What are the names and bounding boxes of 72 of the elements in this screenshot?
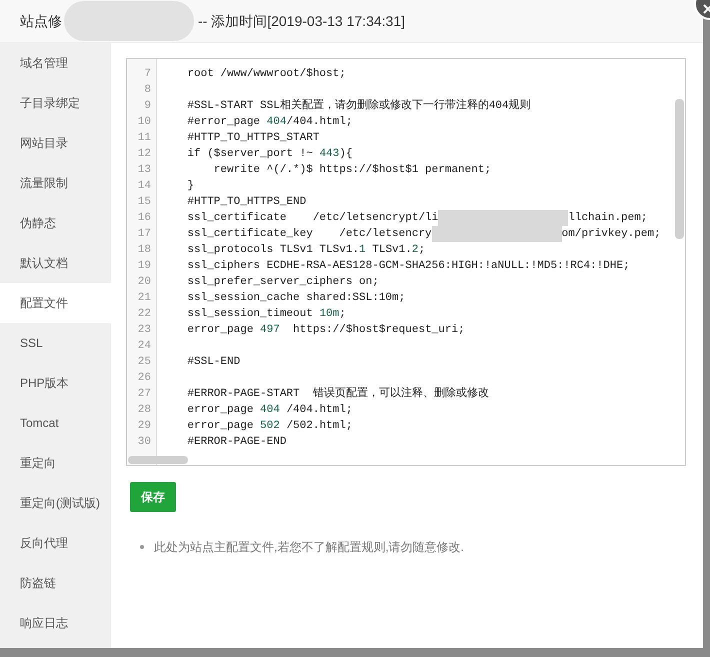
line-number: 27 [136,386,152,402]
code-text: #SSL-START SSL相关配置，请勿删除或修改下一行带注释的404规则 [186,98,531,114]
sidebar-item[interactable]: 配置文件 [0,283,111,323]
code-text: ssl_protocols TLSv1 TLSv1. [186,242,360,258]
code-text: ssl_session_timeout [186,306,314,322]
code-number: 404 [260,402,280,418]
code-text: } [186,178,194,194]
code-text: ssl_certificate /etc/letsencrypt/li [186,210,438,226]
close-icon [703,4,710,14]
code-text: ssl_prefer_server_ciphers on; [186,274,379,290]
line-number: 12 [136,146,152,162]
code-text: #SSL-END [186,354,240,370]
code-number: 502 [260,418,280,434]
code-text: ; [339,306,346,322]
code-text: #HTTP_TO_HTTPS_END [186,194,306,210]
code-text: /404.html; [285,402,352,418]
vertical-scrollbar[interactable] [675,99,684,239]
line-number: 25 [136,354,152,370]
code-number: 404 [266,114,286,130]
code-text: rewrite ^(/.*)$ https://$host$1 permanent; [212,162,492,178]
code-number: 497 [260,322,280,338]
code-number: 443 [319,146,340,162]
line-number: 17 [136,226,152,242]
code-text: ssl_session_cache shared:SSL:10m; [186,290,406,306]
code-text: TLSv1. [371,242,412,258]
line-number: 15 [136,194,152,210]
code-text: ){ [339,146,352,162]
code-text: /404.html; [286,114,352,130]
code-text: #error_page [186,114,262,130]
code-text: om/privkey.pem; [562,226,661,242]
line-number: 22 [136,306,152,322]
code-text: #ERROR-PAGE-START 错误页配置，可以注释、删除或修改 [186,386,489,402]
code-number: 1 [359,242,366,258]
code-text: #HTTP_TO_HTTPS_START [186,130,320,146]
line-number: 26 [136,370,152,386]
code-text: error_page [186,418,254,434]
code-text: ; [418,242,426,258]
line-number: 14 [136,178,152,194]
line-number: 28 [136,402,152,418]
line-number: 8 [143,82,152,98]
dialog-title: 站点修 [20,12,62,30]
note-text: 此处为站点主配置文件,若您不了解配置规则,请勿随意修改. [154,539,464,556]
line-number: 19 [136,258,152,274]
line-number: 9 [143,98,152,114]
code-text: llchain.pem; [568,210,648,226]
code-text: ssl_ciphers ECDHE-RSA-AES128-GCM-SHA256:HIGH:!aNULL:!MD5:!RC4:!DHE; [186,258,630,274]
code-text: https://$host$request_uri; [292,322,465,338]
code-text: error_page [186,322,254,338]
line-number: 24 [136,338,152,354]
line-number: 29 [136,418,152,434]
dialog-title-time: -- 添加时间[2019-03-13 17:34:31] [198,12,405,31]
code-text: error_page [186,402,254,418]
line-number: 30 [136,434,152,450]
line-number: 11 [136,130,152,146]
bullet-icon [140,545,144,549]
line-number: 23 [136,322,152,338]
line-number: 21 [136,290,152,306]
code-text: if ($server_port !~ [186,146,314,162]
code-editor[interactable] [126,58,686,466]
code-text: ssl_certificate_key /etc/letsencry [186,226,432,242]
code-text: /502.html; [285,418,352,434]
code-text: root /www/wwwroot/$host; [186,66,346,82]
line-number: 7 [143,66,152,82]
code-number: 2 [412,242,418,258]
line-number: 13 [136,162,152,178]
horizontal-scrollbar[interactable] [128,456,188,464]
line-number: 10 [136,114,152,130]
line-number: 20 [136,274,152,290]
code-text: #ERROR-PAGE-END [186,434,286,450]
line-number: 18 [136,242,152,258]
code-number: 10m [319,306,340,322]
line-number: 16 [136,210,152,226]
